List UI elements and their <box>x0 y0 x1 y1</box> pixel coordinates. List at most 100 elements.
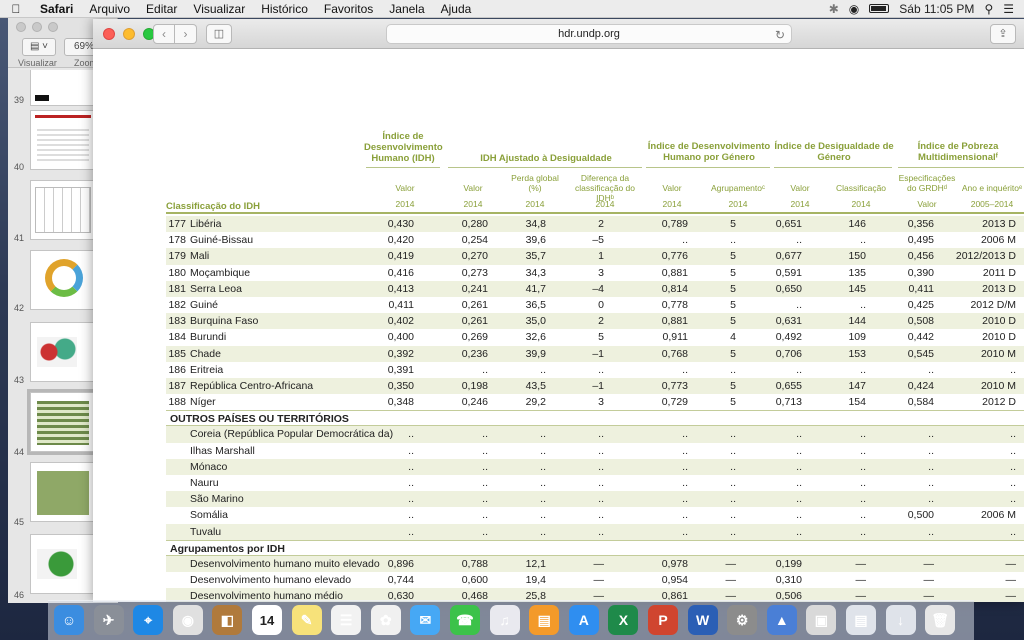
value-cell: 0,246 <box>461 396 488 409</box>
appstore-icon[interactable]: A <box>568 605 599 635</box>
ibooks-icon[interactable]: ▤ <box>529 605 560 635</box>
value-cell: 0,778 <box>661 298 688 311</box>
itunes-icon[interactable]: ♫ <box>489 605 520 635</box>
value-cell: .. <box>796 460 802 473</box>
value-cell: .. <box>1010 477 1016 489</box>
chrome-icon[interactable]: ◉ <box>172 605 203 635</box>
sidebar-view-button[interactable]: ▤ ˅ <box>22 38 56 56</box>
page-thumbnail[interactable] <box>30 534 96 594</box>
preview-icon[interactable]: ▣ <box>806 605 837 635</box>
menu-arquivo[interactable]: Arquivo <box>81 2 138 16</box>
system-preferences-icon[interactable]: ⚙ <box>727 605 758 635</box>
trash-icon[interactable]: 🗑 <box>925 605 956 635</box>
calendar-icon[interactable]: 14 <box>252 605 282 635</box>
word-icon[interactable]: W <box>687 605 718 635</box>
contacts-icon[interactable]: ◧ <box>212 605 243 635</box>
zoom-icon[interactable] <box>48 22 58 32</box>
page-thumbnail[interactable] <box>30 250 96 310</box>
value-cell: .. <box>540 509 546 522</box>
facetime-icon[interactable]: ☎ <box>450 605 480 635</box>
value-cell: .. <box>540 363 546 376</box>
value-cell: — <box>725 574 737 587</box>
value-cell: 0,198 <box>461 379 488 392</box>
country-cell: Chade <box>190 347 221 360</box>
value-cell: — <box>855 557 867 570</box>
value-cell: .. <box>598 363 604 376</box>
sidebar-toggle-button[interactable]: ◫ <box>206 24 232 44</box>
battery-icon[interactable] <box>869 4 890 13</box>
notification-center-icon[interactable]: ☰ <box>1003 2 1014 16</box>
value-cell: .. <box>598 428 604 441</box>
subheader: Especificações do GRDHᵈ <box>898 173 956 193</box>
menu-app-name[interactable]: Safari <box>32 2 81 16</box>
safari-icon[interactable]: ⌖ <box>133 605 164 635</box>
value-cell: .. <box>482 363 488 376</box>
country-cell: Mali <box>190 250 210 263</box>
apple-icon[interactable]:  <box>0 2 32 16</box>
chevron-left-icon[interactable]: ‹ <box>153 24 175 44</box>
menu-editar[interactable]: Editar <box>138 2 185 16</box>
launchpad-icon[interactable]: ✈ <box>93 605 124 635</box>
powerpoint-icon[interactable]: P <box>648 605 678 635</box>
page-thumbnail[interactable] <box>30 462 96 522</box>
menu-clock[interactable]: Sáb 11:05 PM <box>899 2 974 16</box>
value-cell: .. <box>1010 525 1016 538</box>
value-cell: .. <box>540 525 546 538</box>
value-cell: 2012 D/M <box>970 298 1016 311</box>
value-cell: 36,5 <box>525 298 546 311</box>
page-number: 40 <box>14 162 25 172</box>
reload-icon[interactable]: ↻ <box>775 26 785 44</box>
value-cell: — <box>593 557 605 570</box>
page-thumbnail[interactable] <box>30 70 96 106</box>
minimize-icon[interactable] <box>123 28 135 40</box>
finder-icon[interactable]: ☺ <box>54 605 84 635</box>
menu-favoritos[interactable]: Favoritos <box>316 2 381 16</box>
page-thumbnail-selected[interactable] <box>27 389 99 455</box>
value-cell: .. <box>598 460 604 473</box>
value-cell: 0,677 <box>775 250 802 263</box>
value-cell: 5 <box>730 298 736 311</box>
value-cell: 5 <box>730 347 736 360</box>
menu-historico[interactable]: Histórico <box>253 2 316 16</box>
table-row: Nauru.................... <box>166 475 1024 491</box>
table-row: Somália................ 0,500 2006 M <box>166 507 1024 523</box>
value-cell: .. <box>682 234 688 247</box>
menu-visualizar[interactable]: Visualizar <box>185 2 253 16</box>
value-cell: 146 <box>848 218 866 230</box>
value-cell: — <box>855 574 867 587</box>
close-icon[interactable] <box>16 22 26 32</box>
reminders-icon[interactable]: ☰ <box>331 605 362 635</box>
rank-cell: 177 <box>168 218 186 230</box>
wifi-icon[interactable]: ◉ <box>849 2 859 16</box>
value-cell: .. <box>796 477 802 489</box>
page-thumbnail[interactable] <box>30 322 96 382</box>
page-thumbnail[interactable] <box>30 180 96 240</box>
minimize-icon[interactable] <box>32 22 42 32</box>
messages-icon[interactable]: ✉ <box>410 605 441 635</box>
notes-icon[interactable]: ✎ <box>291 605 322 635</box>
menu-ajuda[interactable]: Ajuda <box>433 2 480 16</box>
table-row: 177 Libéria 0,430 0,280 34,8 2 0,789 5 0,651 146 0… <box>166 216 1024 233</box>
address-bar[interactable]: hdr.undp.org ↻ <box>386 24 792 44</box>
table-row: 187 República Centro-Africana 0,350 0,198 43… <box>166 377 1024 395</box>
downloads-icon[interactable]: ↓ <box>885 605 916 635</box>
excel-icon[interactable]: X <box>608 605 639 635</box>
spotlight-search-icon[interactable]: ⚲ <box>984 2 993 16</box>
keynote-icon[interactable]: ▲ <box>766 605 797 635</box>
photos-icon[interactable]: ✿ <box>370 605 401 635</box>
rank-cell: 180 <box>168 266 186 279</box>
year-label: 2014 <box>790 199 810 209</box>
value-cell: — <box>725 557 737 570</box>
close-icon[interactable] <box>103 28 115 40</box>
chevron-right-icon[interactable]: › <box>175 24 197 44</box>
rank-cell: 181 <box>168 282 186 295</box>
share-button[interactable]: ⇪ <box>990 24 1016 44</box>
section-title: OUTROS PAÍSES OU TERRITÓRIOS <box>170 413 349 426</box>
value-cell: 0,508 <box>907 315 934 328</box>
documents-icon[interactable]: ▤ <box>846 605 876 635</box>
menu-janela[interactable]: Janela <box>381 2 432 16</box>
subheader: Valor <box>662 183 682 193</box>
page-thumbnail[interactable] <box>30 110 96 170</box>
bluetooth-icon[interactable]: ✱ <box>829 2 839 16</box>
table-row: 186 Eritreia 0,391.................. <box>166 362 1024 378</box>
